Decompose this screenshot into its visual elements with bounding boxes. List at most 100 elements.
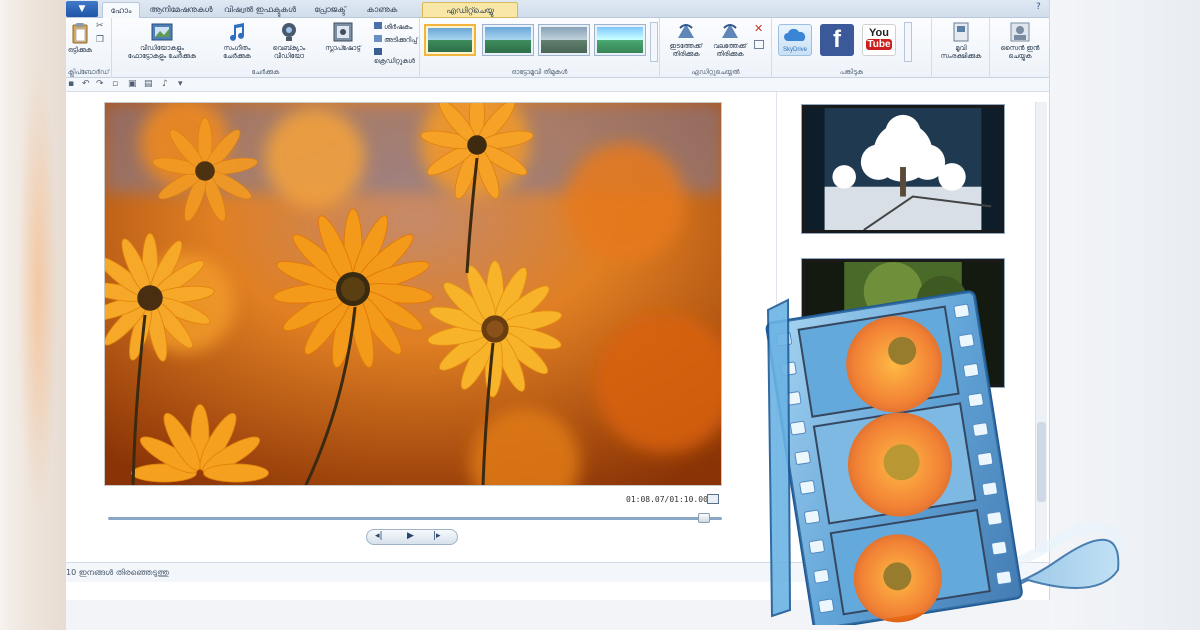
credits-button[interactable]: ക്രെഡിറ്റുകൾ: [374, 48, 418, 65]
add-music-label-1: സംഗീതം: [223, 44, 251, 52]
skydrive-label: SkyDrive: [782, 47, 807, 53]
youtube-button[interactable]: You Tube: [862, 24, 896, 56]
rotate-left-icon: [678, 24, 694, 38]
storyboard-clip-1[interactable]: [801, 104, 1005, 234]
credits-label: ക്രെഡിറ്റുകൾ: [374, 57, 415, 65]
rotate-left-label-2: തിരിക്കുക: [672, 50, 700, 58]
remove-icon[interactable]: ✕: [754, 22, 763, 35]
ribbon-group-automovie: ഓട്ടോമൂവി തീമുകൾ: [420, 18, 660, 78]
background-left-strip: [0, 0, 66, 630]
seek-bar[interactable]: [108, 517, 722, 520]
tab-animations[interactable]: ആനിമേഷനുകൾ: [146, 2, 216, 18]
seek-thumb[interactable]: [697, 513, 710, 523]
preview-monitor[interactable]: [104, 102, 722, 486]
title-label: ശീർഷകം: [384, 23, 413, 31]
automovie-theme-2[interactable]: [482, 24, 534, 56]
group-label-automovie: ഓട്ടോമൂവി തീമുകൾ: [511, 68, 568, 76]
rotate-right-icon: [722, 24, 738, 38]
add-video-icon[interactable]: ▤: [144, 79, 153, 89]
add-video-label-2: ഫോട്ടോകളും ചേർക്കുക: [127, 52, 197, 60]
select-all-icon[interactable]: [754, 40, 764, 49]
preview-pane: 01:08.07/01:10.00 ◂| ▶ |▸: [66, 92, 776, 562]
sign-in-icon: [1010, 22, 1030, 42]
automovie-theme-1[interactable]: [424, 24, 476, 56]
ribbon-tab-row: ▼ ഹോം ആനിമേഷനുകൾ വിഷ്വൽ ഇഫക്ടുകൾ പ്രോജക്…: [66, 0, 1049, 18]
redo-icon[interactable]: ↷: [96, 79, 104, 89]
new-project-icon[interactable]: ▫: [112, 79, 118, 89]
snapshot-button[interactable]: സ്നാപ്ഷോട്ട്: [316, 22, 370, 52]
previous-frame-icon[interactable]: ◂|: [375, 531, 383, 541]
ribbon-group-add: വീഡിയോകളും ഫോട്ടോകളും ചേർക്കുക സംഗീതം ചേ…: [112, 18, 420, 78]
selection-status-text: 10 ഇനങ്ങൾ തിരഞ്ഞെടുത്തു: [66, 568, 169, 577]
cloud-icon: [784, 28, 806, 41]
sign-in-button[interactable]: സൈൻ ഇൻ ചെയ്യുക: [994, 22, 1046, 60]
sign-in-label-2: ചെയ്യുക: [1008, 52, 1032, 60]
film-photo-icon: [151, 23, 173, 41]
skydrive-button[interactable]: SkyDrive: [778, 24, 812, 56]
rotate-right-label-1: വലത്തേക്ക്: [713, 42, 747, 50]
rotate-right-label-2: തിരിക്കുക: [716, 50, 744, 58]
rotate-left-button[interactable]: ഇടത്തേക്ക് തിരിക്കുക: [664, 22, 708, 58]
ribbon: ഒട്ടിക്കുക ✂ ❐ ക്ലിപ്ബോർഡ് വീഡിയോകളും ഫോ…: [66, 18, 1049, 78]
tab-home[interactable]: ഹോം: [102, 2, 140, 18]
youtube-you-label: You: [869, 27, 889, 39]
cut-icon[interactable]: ✂: [96, 21, 104, 31]
webcam-video-button[interactable]: വെബ്ക്യാം വീഡിയോ: [264, 22, 314, 60]
snapshot-icon: [333, 22, 353, 42]
add-music-label-2: ചേർക്കുക: [223, 52, 251, 60]
expand-preview-icon[interactable]: [707, 494, 719, 504]
group-label-clipboard: ക്ലിപ്ബോർഡ്: [67, 68, 110, 76]
caption-icon: [374, 35, 382, 42]
ribbon-group-editing: ഇടത്തേക്ക് തിരിക്കുക വലത്തേക്ക് തിരിക്കു…: [660, 18, 772, 78]
add-music-button[interactable]: സംഗീതം ചേർക്കുക: [212, 22, 262, 60]
ribbon-group-clipboard: ഒട്ടിക്കുക ✂ ❐ ക്ലിപ്ബോർഡ്: [66, 18, 112, 78]
caption-button[interactable]: അടിക്കുറിപ്പ്: [374, 35, 418, 44]
tab-view[interactable]: കാണുക: [360, 2, 404, 18]
share-gallery-scroll[interactable]: [904, 22, 912, 62]
add-photo-icon[interactable]: ▣: [128, 79, 137, 89]
paste-button[interactable]: ഒട്ടിക്കുക: [66, 22, 94, 54]
youtube-tube-label: Tube: [866, 39, 892, 50]
title-button[interactable]: ശീർഷകം: [374, 22, 418, 31]
help-icon[interactable]: ?: [1036, 2, 1041, 12]
paste-icon: [72, 23, 88, 44]
facebook-button[interactable]: f: [820, 24, 854, 56]
paste-label: ഒട്ടിക്കുക: [68, 46, 92, 54]
save-movie-button[interactable]: മൂവി സംരക്ഷിക്കുക: [934, 22, 988, 60]
ribbon-group-signin: സൈൻ ഇൻ ചെയ്യുക: [990, 18, 1049, 78]
group-label-editing: എഡിറ്റുചെയ്യൽ: [691, 68, 740, 76]
save-movie-label-1: മൂവി: [955, 44, 967, 52]
play-icon[interactable]: ▶: [407, 531, 414, 541]
application-menu-button[interactable]: ▼: [66, 1, 98, 17]
playback-controls: ◂| ▶ |▸: [366, 529, 458, 545]
snow-tree-thumbnail: [805, 108, 1001, 231]
automovie-theme-4[interactable]: [594, 24, 646, 56]
undo-icon[interactable]: ↶: [82, 79, 90, 89]
facebook-icon: f: [833, 26, 841, 53]
automovie-gallery-scroll[interactable]: [650, 22, 658, 62]
tab-project[interactable]: പ്രോജക്ട്: [304, 2, 356, 18]
timecode-display: 01:08.07/01:10.00: [626, 495, 708, 504]
save-icon[interactable]: ▪: [68, 79, 74, 89]
next-frame-icon[interactable]: |▸: [433, 531, 441, 541]
sign-in-label-1: സൈൻ ഇൻ: [1000, 44, 1040, 52]
group-label-add: ചേർക്കുക: [251, 68, 280, 76]
group-label-share: പങ്കിടുക: [839, 68, 864, 76]
ribbon-group-save: മൂവി സംരക്ഷിക്കുക: [932, 18, 990, 78]
tab-edit[interactable]: എഡിറ്റ്ചെയ്യു: [422, 2, 518, 18]
title-icon: [374, 22, 382, 29]
copy-icon[interactable]: ❐: [96, 35, 104, 45]
customize-dropdown-icon[interactable]: ▾: [178, 79, 183, 89]
caption-label: അടിക്കുറിപ്പ്: [384, 36, 418, 44]
add-videos-photos-button[interactable]: വീഡിയോകളും ഫോട്ടോകളും ചേർക്കുക: [116, 22, 208, 60]
automovie-theme-3[interactable]: [538, 24, 590, 56]
credits-icon: [374, 48, 382, 55]
tab-visual-effects[interactable]: വിഷ്വൽ ഇഫക്ടുകൾ: [220, 2, 300, 18]
snapshot-label: സ്നാപ്ഷോട്ട്: [325, 44, 361, 52]
music-note-icon: [230, 23, 244, 41]
rotate-left-label-1: ഇടത്തേക്ക്: [669, 42, 703, 50]
music-icon[interactable]: ♪: [162, 79, 168, 89]
rotate-right-button[interactable]: വലത്തേക്ക് തിരിക്കുക: [708, 22, 752, 58]
save-movie-label-2: സംരക്ഷിക്കുക: [940, 52, 982, 60]
flower-photo: [105, 103, 721, 485]
